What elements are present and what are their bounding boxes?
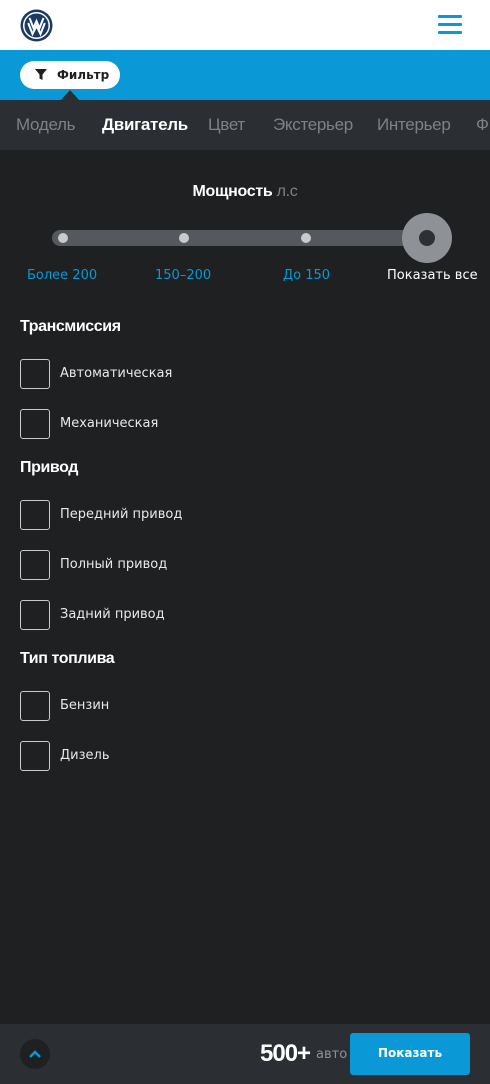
checkbox-box[interactable] [20, 600, 50, 630]
checkbox-front-drive[interactable]: Передний привод [20, 500, 320, 530]
tab-engine[interactable]: Двигатель [102, 115, 188, 135]
checkbox-box[interactable] [20, 550, 50, 580]
transmission-title: Трансмиссия [20, 318, 121, 335]
tab-color[interactable]: Цвет [208, 115, 245, 135]
hamburger-menu-icon[interactable] [436, 13, 464, 37]
category-tabs: Модель Двигатель Цвет Экстерьер Интерьер… [0, 100, 490, 150]
checkbox-label: Механическая [60, 416, 159, 431]
drive-title: Привод [20, 459, 79, 476]
checkbox-label: Бензин [60, 698, 110, 713]
result-count-unit: авто [316, 1047, 348, 1062]
range-label-over-200[interactable]: Более 200 [27, 268, 97, 283]
checkbox-label: Дизель [60, 748, 110, 763]
range-label-under-150[interactable]: До 150 [283, 268, 330, 283]
top-header [0, 0, 490, 50]
result-count: 500+ [260, 1040, 311, 1067]
filter-pointer [61, 90, 79, 100]
tab-more[interactable]: Ф [476, 115, 489, 135]
filter-button-label: Фильтр [57, 68, 110, 82]
slider-stop-150-200[interactable] [179, 233, 189, 243]
checkbox-label: Задний привод [60, 607, 165, 622]
power-slider-track[interactable] [52, 230, 432, 246]
checkbox-rear-drive[interactable]: Задний привод [20, 600, 320, 630]
show-results-label: Показать [377, 1046, 443, 1060]
slider-stop-over-200[interactable] [58, 233, 68, 243]
show-results-button[interactable]: Показать [350, 1033, 470, 1075]
checkbox-petrol[interactable]: Бензин [20, 691, 320, 721]
chevron-up-icon [29, 1050, 41, 1058]
power-title: Мощность л.с [0, 183, 490, 201]
checkbox-box[interactable] [20, 691, 50, 721]
range-label-150-200[interactable]: 150–200 [155, 268, 211, 283]
checkbox-label: Автоматическая [60, 366, 173, 381]
checkbox-diesel[interactable]: Дизель [20, 741, 320, 771]
volkswagen-logo[interactable] [20, 9, 53, 42]
checkbox-label: Передний привод [60, 507, 183, 522]
checkbox-automatic[interactable]: Автоматическая [20, 359, 320, 389]
filter-button[interactable]: Фильтр [20, 61, 120, 89]
checkbox-box[interactable] [20, 500, 50, 530]
range-label-show-all[interactable]: Показать все [387, 268, 478, 283]
checkbox-label: Полный привод [60, 557, 168, 572]
tab-interior[interactable]: Интерьер [377, 115, 451, 135]
power-slider-handle[interactable] [402, 213, 452, 263]
power-unit: л.с [276, 183, 298, 200]
checkbox-box[interactable] [20, 741, 50, 771]
power-title-text: Мощность [192, 183, 273, 200]
bottom-bar: 500+ авто Показать [0, 1024, 490, 1084]
fuel-title: Тип топлива [20, 650, 115, 667]
checkbox-box[interactable] [20, 359, 50, 389]
tab-model[interactable]: Модель [16, 115, 76, 135]
scroll-up-button[interactable] [20, 1039, 50, 1069]
checkbox-box[interactable] [20, 409, 50, 439]
checkbox-all-wheel-drive[interactable]: Полный привод [20, 550, 320, 580]
funnel-icon [35, 69, 47, 80]
checkbox-manual[interactable]: Механическая [20, 409, 320, 439]
tab-exterior[interactable]: Экстерьер [273, 115, 353, 135]
slider-stop-under-150[interactable] [301, 233, 311, 243]
